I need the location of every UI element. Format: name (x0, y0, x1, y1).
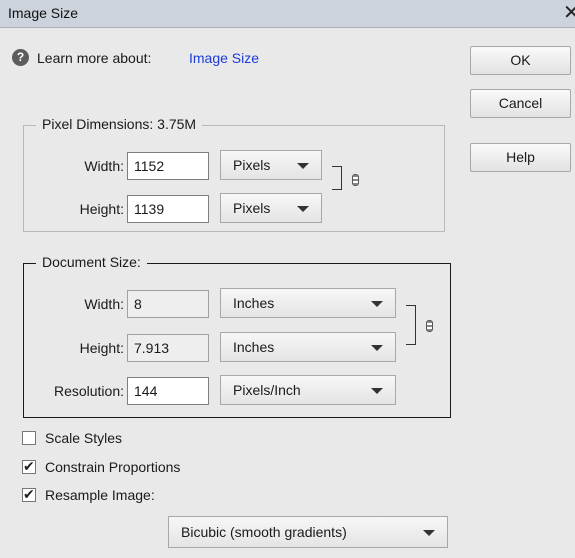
document-width-label: Width: (84, 296, 124, 312)
pixel-height-unit-dropdown[interactable]: Pixels (220, 193, 322, 223)
pixel-width-field[interactable]: 1152 (127, 152, 209, 180)
cancel-button[interactable]: Cancel (470, 89, 571, 118)
checkmark-icon: ✔ (23, 458, 35, 474)
document-height-label: Height: (79, 340, 124, 356)
document-link-bracket (406, 305, 416, 345)
chevron-down-icon (297, 163, 309, 169)
learn-more-text: Learn more about: (37, 50, 152, 66)
chevron-down-icon (423, 530, 435, 536)
pixel-width-unit-dropdown[interactable]: Pixels (220, 150, 322, 180)
pixel-width-unit-value: Pixels (233, 157, 271, 173)
pixel-link-bracket (332, 166, 342, 190)
resolution-unit-dropdown[interactable]: Pixels/Inch (220, 375, 396, 405)
ok-button[interactable]: OK (470, 46, 571, 75)
document-height-field[interactable]: 7.913 (127, 334, 209, 362)
scale-styles-checkbox[interactable] (22, 431, 36, 445)
pixel-height-field[interactable]: 1139 (127, 195, 209, 223)
document-width-unit-value: Inches (233, 295, 275, 311)
learn-more-link[interactable]: Image Size (189, 50, 259, 66)
chain-link-icon (426, 320, 433, 332)
resolution-label: Resolution: (53, 383, 124, 399)
pixel-height-unit-value: Pixels (233, 200, 271, 216)
scale-styles-label[interactable]: Scale Styles (45, 430, 122, 446)
pixel-height-label: Height: (79, 201, 124, 217)
close-icon[interactable]: ✕ (563, 1, 575, 25)
help-button[interactable]: Help (470, 143, 571, 172)
window-title: Image Size (8, 5, 79, 21)
help-circle-icon: ? (12, 49, 29, 66)
resample-image-label[interactable]: Resample Image: (45, 487, 155, 503)
chevron-down-icon (371, 301, 383, 307)
chevron-down-icon (297, 206, 309, 212)
document-height-unit-value: Inches (233, 339, 275, 355)
title-bar: Image Size ✕ (0, 0, 575, 28)
document-width-unit-dropdown[interactable]: Inches (220, 288, 396, 318)
chain-link-icon (352, 174, 359, 186)
document-height-unit-dropdown[interactable]: Inches (220, 332, 396, 362)
resolution-unit-value: Pixels/Inch (233, 382, 301, 398)
pixel-dimensions-legend: Pixel Dimensions: 3.75M (36, 116, 203, 132)
resample-image-checkbox[interactable]: ✔ (22, 486, 36, 502)
pixel-width-label: Width: (84, 158, 124, 174)
document-size-legend: Document Size: (36, 254, 147, 270)
resolution-field[interactable]: 144 (127, 377, 209, 405)
constrain-proportions-checkbox[interactable]: ✔ (22, 458, 36, 474)
resample-method-dropdown[interactable]: Bicubic (smooth gradients) (168, 516, 448, 548)
checkmark-icon: ✔ (23, 486, 35, 502)
resample-method-value: Bicubic (smooth gradients) (181, 524, 347, 540)
document-width-field[interactable]: 8 (127, 290, 209, 318)
constrain-proportions-label[interactable]: Constrain Proportions (45, 459, 180, 475)
chevron-down-icon (371, 388, 383, 394)
chevron-down-icon (371, 345, 383, 351)
